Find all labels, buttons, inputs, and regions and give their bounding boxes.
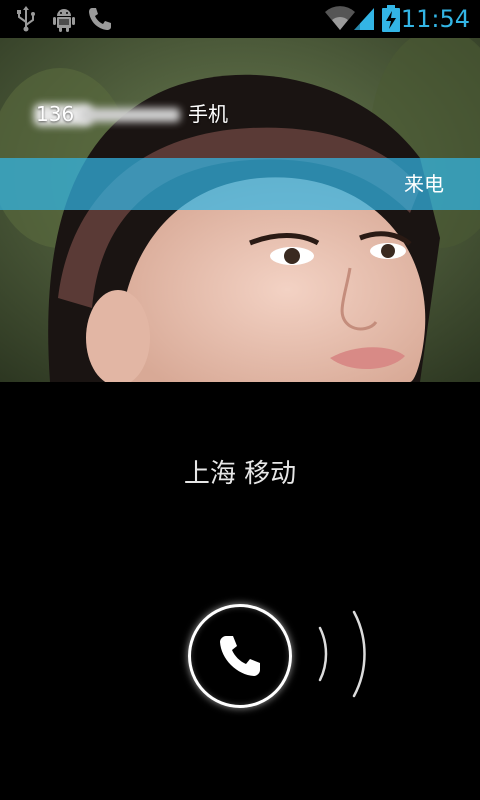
answer-call-handle[interactable] — [188, 604, 292, 708]
wifi-icon — [324, 4, 355, 32]
battery-charging-icon — [380, 4, 402, 32]
swipe-hint-arc-inner — [318, 626, 328, 682]
call-state-banner: 来电 — [0, 158, 480, 210]
usb-icon — [12, 5, 40, 33]
phone-handset-icon — [220, 636, 260, 676]
status-bar: 11:54 — [0, 0, 480, 38]
android-debug-icon — [50, 5, 78, 33]
caller-number-type: 手机 — [188, 102, 228, 126]
caller-number-redacted — [80, 108, 180, 122]
clock-time: 11:54 — [400, 5, 470, 33]
phone-icon — [86, 5, 114, 33]
call-state-label: 来电 — [404, 172, 444, 196]
signal-icon — [352, 4, 380, 32]
incoming-call-screen: 11:54 136 手机 来电 上海 移动 — [0, 0, 480, 800]
caller-location: 上海 移动 — [183, 459, 297, 489]
contact-photo — [0, 38, 480, 382]
caller-number-prefix: 136 — [36, 102, 75, 126]
swipe-hint-arc-outer — [352, 610, 366, 698]
